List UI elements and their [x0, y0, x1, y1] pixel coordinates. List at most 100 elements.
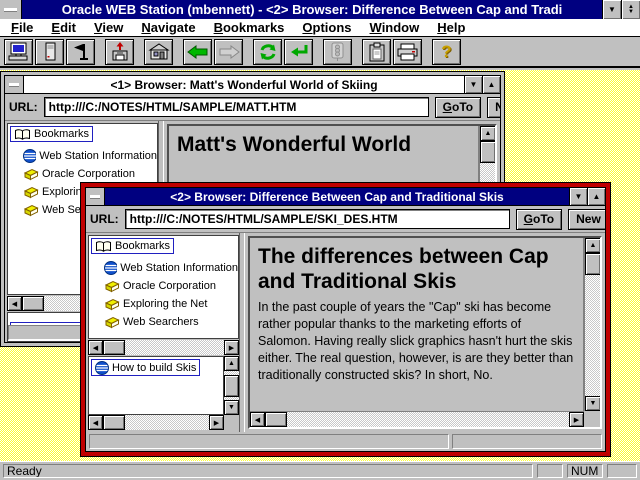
window1-system-menu-button[interactable] — [5, 76, 24, 93]
scroll-thumb[interactable] — [480, 141, 496, 163]
system-menu-icon — [9, 83, 19, 86]
save-upload-icon — [110, 42, 130, 62]
window2-bookmarks-hscrollbar[interactable]: ◀ ▶ — [88, 340, 239, 355]
bookmark-item[interactable]: Web Station Information — [104, 261, 238, 276]
home-button[interactable] — [144, 39, 173, 65]
forward-button[interactable] — [214, 39, 243, 65]
restore-button[interactable]: ▲▼ — [621, 0, 640, 19]
window2-maximize-button[interactable]: ▲ — [587, 188, 605, 205]
scroll-right-arrow[interactable]: ▶ — [209, 415, 224, 430]
app-title: Oracle WEB Station (mbennett) - <2> Brow… — [22, 0, 602, 19]
status-cell-1 — [537, 464, 563, 478]
book-icon — [104, 298, 120, 311]
window2-content-hscrollbar[interactable]: ◀ ▶ — [250, 411, 584, 427]
bookmark-item[interactable]: Web Station Information — [23, 149, 157, 164]
scroll-left-arrow[interactable]: ◀ — [88, 415, 103, 430]
clipboard-icon — [368, 42, 386, 62]
window2-splitter[interactable] — [239, 233, 245, 432]
scroll-down-arrow[interactable]: ▼ — [585, 396, 601, 411]
scroll-up-arrow[interactable]: ▲ — [585, 238, 601, 253]
bookmark-item[interactable]: Exploring the Net — [104, 297, 238, 312]
window2-pagelist-vscrollbar[interactable]: ▲ ▼ — [224, 356, 239, 415]
computer-icon — [8, 42, 30, 62]
window1-goto-button[interactable]: GoTo — [435, 97, 481, 118]
reload-button[interactable] — [253, 39, 282, 65]
scroll-track[interactable] — [585, 275, 600, 396]
scroll-thumb[interactable] — [103, 415, 125, 430]
scroll-track[interactable] — [125, 340, 224, 355]
help-button[interactable]: ? — [432, 39, 461, 65]
menu-edit[interactable]: Edit — [42, 20, 85, 35]
scroll-left-arrow[interactable]: ◀ — [250, 412, 265, 427]
scroll-thumb[interactable] — [585, 253, 601, 275]
scroll-right-arrow[interactable]: ▶ — [224, 340, 239, 355]
system-menu-button[interactable] — [0, 0, 22, 19]
scroll-up-arrow[interactable]: ▲ — [480, 126, 496, 141]
menu-navigate[interactable]: Navigate — [132, 20, 204, 35]
open-book-icon — [14, 128, 31, 141]
menu-file[interactable]: File — [2, 20, 42, 35]
window1-new-button[interactable]: New — [487, 97, 500, 118]
menu-help[interactable]: Help — [428, 20, 474, 35]
scroll-thumb[interactable] — [103, 340, 125, 355]
window1-title: <1> Browser: Matt's Wonderful World of S… — [24, 76, 464, 93]
status-cell-2 — [607, 464, 637, 478]
bookmarks-header[interactable]: Bookmarks — [10, 126, 93, 142]
menu-window[interactable]: Window — [361, 20, 429, 35]
scroll-thumb[interactable] — [224, 375, 239, 397]
scroll-thumb[interactable] — [22, 342, 44, 343]
window1-url-input[interactable]: http:///C:/NOTES/HTML/SAMPLE/MATT.HTM — [44, 97, 429, 117]
bookmark-item[interactable]: Web Searchers — [104, 315, 238, 330]
window1-maximize-button[interactable]: ▲ — [482, 76, 500, 93]
save-upload-button[interactable] — [105, 39, 134, 65]
page-heading: Matt's Wonderful World — [177, 132, 470, 157]
forward-icon — [218, 44, 240, 60]
window2-content-vscrollbar[interactable]: ▲ ▼ — [584, 238, 600, 411]
server-button[interactable] — [35, 39, 64, 65]
scroll-track[interactable] — [287, 412, 569, 427]
home-icon — [148, 42, 170, 62]
window2-system-menu-button[interactable] — [86, 188, 105, 205]
main-titlebar[interactable]: Oracle WEB Station (mbennett) - <2> Brow… — [0, 0, 640, 19]
help-icon: ? — [441, 42, 451, 62]
window2-minimize-button[interactable]: ▼ — [569, 188, 587, 205]
stoplight-button[interactable] — [323, 39, 352, 65]
clipboard-button[interactable] — [362, 39, 391, 65]
window2-page-content: The differences between Cap and Traditio… — [250, 238, 584, 411]
scroll-down-arrow[interactable]: ▼ — [224, 400, 239, 415]
scroll-left-arrow[interactable]: ◀ — [7, 342, 22, 343]
flag-icon — [71, 42, 91, 62]
menu-view[interactable]: View — [85, 20, 132, 35]
scroll-right-arrow[interactable]: ▶ — [569, 412, 584, 427]
window2-goto-button[interactable]: GoTo — [516, 209, 562, 230]
window2-pagelist-hscrollbar[interactable]: ◀ ▶ — [88, 415, 224, 430]
print-button[interactable] — [393, 39, 422, 65]
window2-new-button[interactable]: New — [568, 209, 605, 230]
bookmarks-header-label: Bookmarks — [115, 240, 170, 252]
bookmarks-header[interactable]: Bookmarks — [91, 238, 174, 254]
bookmark-item[interactable]: Oracle Corporation — [23, 167, 157, 182]
bookmark-item[interactable]: Oracle Corporation — [104, 279, 238, 294]
window1-url-bar: URL: http:///C:/NOTES/HTML/SAMPLE/MATT.H… — [5, 94, 500, 121]
window2-titlebar[interactable]: <2> Browser: Difference Between Cap and … — [86, 188, 605, 206]
scroll-thumb[interactable] — [22, 296, 44, 311]
window1-titlebar[interactable]: <1> Browser: Matt's Wonderful World of S… — [5, 76, 500, 94]
scroll-track[interactable] — [125, 415, 209, 430]
window2-url-input[interactable]: http:///C:/NOTES/HTML/SAMPLE/SKI_DES.HTM — [125, 209, 510, 229]
scroll-left-arrow[interactable]: ◀ — [88, 340, 103, 355]
scroll-up-arrow[interactable]: ▲ — [224, 356, 239, 371]
browser-window-2: <2> Browser: Difference Between Cap and … — [80, 182, 611, 457]
enter-button[interactable] — [284, 39, 313, 65]
menu-options[interactable]: Options — [293, 20, 360, 35]
scroll-left-arrow[interactable]: ◀ — [7, 296, 22, 311]
menu-bookmarks[interactable]: Bookmarks — [205, 20, 294, 35]
scroll-thumb[interactable] — [265, 412, 287, 427]
minimize-button[interactable]: ▼ — [602, 0, 621, 19]
computer-button[interactable] — [4, 39, 33, 65]
mdi-client-area: <1> Browser: Matt's Wonderful World of S… — [0, 70, 640, 461]
window2-selected-page[interactable]: How to build Skis — [91, 359, 200, 376]
flag-button[interactable] — [66, 39, 95, 65]
back-button[interactable] — [183, 39, 212, 65]
window2-frame[interactable]: <2> Browser: Difference Between Cap and … — [81, 183, 610, 456]
window1-minimize-button[interactable]: ▼ — [464, 76, 482, 93]
